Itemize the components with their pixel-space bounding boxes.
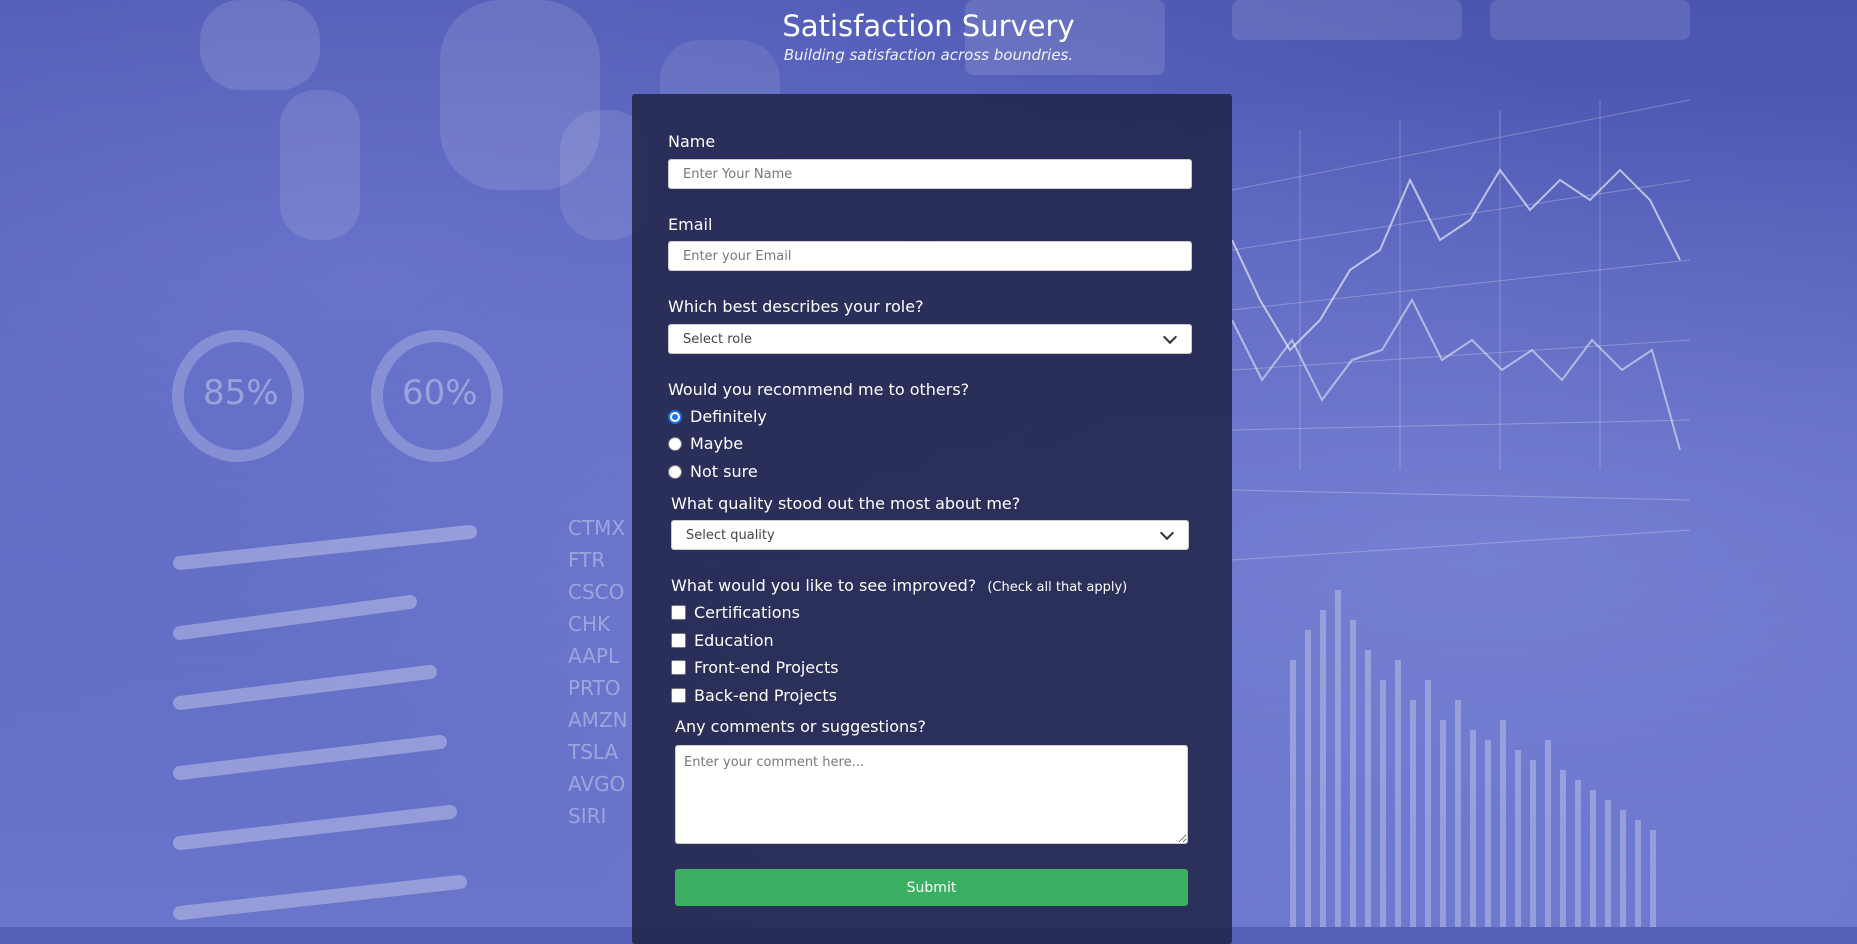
- ticker-label: FTR: [568, 548, 606, 572]
- page-subtitle: Building satisfaction across boundries.: [783, 46, 1074, 64]
- checkbox-label: Front-end Projects: [694, 658, 839, 677]
- checkbox-label: Education: [694, 631, 774, 650]
- ring-label-60: 60%: [402, 373, 478, 413]
- radio-button-selected[interactable]: [668, 409, 682, 424]
- ticker-label: CSCO: [568, 580, 625, 604]
- radio-option-maybe[interactable]: Maybe: [668, 434, 743, 453]
- checkbox-front-end-projects[interactable]: Front-end Projects: [671, 658, 839, 677]
- chart-grid: [1231, 99, 1691, 561]
- role-select[interactable]: Select role: [668, 324, 1192, 354]
- survey-form: Name Email Which best describes your rol…: [632, 94, 1232, 944]
- radio-button[interactable]: [668, 436, 682, 451]
- role-label: Which best describes your role?: [668, 297, 924, 316]
- checkbox-education[interactable]: Education: [671, 631, 774, 650]
- ticker-label: TSLA: [568, 740, 619, 764]
- comments-label: Any comments or suggestions?: [675, 717, 926, 736]
- ring-label-85: 85%: [203, 373, 279, 413]
- checkbox[interactable]: [671, 688, 686, 703]
- radio-option-not-sure[interactable]: Not sure: [668, 462, 758, 481]
- page-title: Satisfaction Survery: [782, 9, 1075, 43]
- improve-label: What would you like to see improved? (Ch…: [671, 576, 1127, 595]
- checkbox[interactable]: [671, 633, 686, 648]
- ticker-label: SIRI: [568, 804, 607, 828]
- checkbox[interactable]: [671, 605, 686, 620]
- checkbox[interactable]: [671, 660, 686, 675]
- ticker-label: PRTO: [568, 676, 621, 700]
- ticker-label: AVGO: [568, 772, 626, 796]
- radio-option-label: Maybe: [690, 434, 744, 453]
- radio-option-label: Definitely: [690, 407, 767, 426]
- quality-select[interactable]: Select quality: [671, 520, 1189, 550]
- role-select-value: Select role: [683, 331, 752, 347]
- radio-button[interactable]: [668, 464, 682, 479]
- name-label: Name: [668, 132, 716, 151]
- page-header: Satisfaction Survery Building satisfacti…: [0, 6, 1857, 64]
- checkbox-certifications[interactable]: Certifications: [671, 603, 800, 622]
- price-line: [1231, 168, 1681, 352]
- progress-stripes: [173, 525, 477, 920]
- checkbox-back-end-projects[interactable]: Back-end Projects: [671, 686, 837, 705]
- ticker-label: CHK: [568, 612, 611, 636]
- chevron-down-icon: [1159, 525, 1175, 541]
- checkbox-label: Certifications: [694, 603, 800, 622]
- submit-button[interactable]: Submit: [675, 869, 1188, 906]
- histogram-bars: [1290, 590, 1656, 927]
- ticker-label: CTMX: [568, 516, 626, 540]
- checkbox-label: Back-end Projects: [694, 686, 837, 705]
- price-line-2: [1231, 297, 1681, 451]
- recommend-label: Would you recommend me to others?: [668, 380, 970, 399]
- name-field[interactable]: [668, 159, 1192, 189]
- radio-option-definitely[interactable]: Definitely: [668, 407, 767, 426]
- improve-question: What would you like to see improved?: [671, 576, 977, 595]
- radio-option-label: Not sure: [690, 462, 758, 481]
- ticker-label: AMZN: [568, 708, 628, 732]
- ticker-label: AAPL: [568, 644, 620, 668]
- quality-select-value: Select quality: [686, 527, 775, 543]
- chevron-down-icon: [1162, 329, 1178, 345]
- email-field[interactable]: [668, 241, 1192, 271]
- email-label: Email: [668, 215, 713, 234]
- comments-textarea[interactable]: [675, 745, 1188, 844]
- quality-label: What quality stood out the most about me…: [671, 494, 1021, 513]
- improve-hint: (Check all that apply): [987, 580, 1128, 595]
